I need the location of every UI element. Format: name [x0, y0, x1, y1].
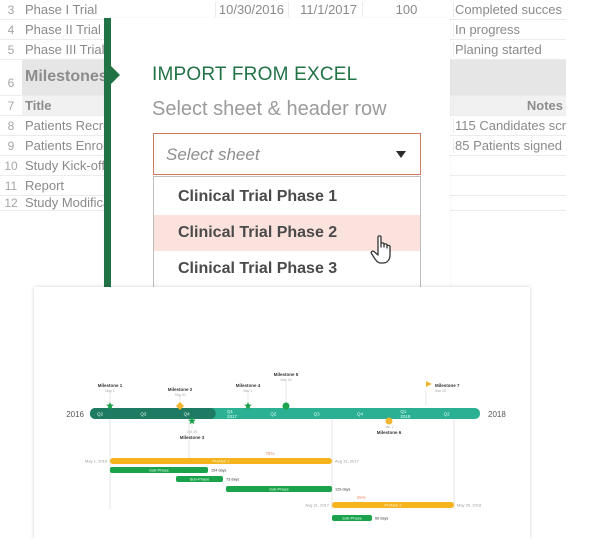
milestone-date: Jan 1 [385, 425, 394, 429]
row-number: 4 [7, 23, 15, 37]
milestone-date: Sep 30 [174, 393, 185, 397]
phase-percent: 25% [357, 495, 366, 500]
milestone-name: Milestone 5 [274, 372, 299, 377]
subphase-name: Sub-Phase [342, 516, 363, 521]
milestone-name: Milestone 4 [236, 383, 261, 388]
row-number: 11 [4, 179, 18, 193]
row-number: 5 [7, 43, 15, 57]
screen: 3 Phase I Trial 10/30/2016 11/1/2017 100… [0, 0, 599, 539]
quarter-label: Q3 [140, 412, 147, 417]
column-header-notes[interactable]: Notes [453, 98, 566, 113]
phase-name: PHASE 2 [385, 503, 403, 508]
subphase-name: Sub-Phase [269, 487, 290, 492]
milestone-date: May 1 [105, 389, 115, 393]
cell-notes[interactable]: 115 Candidates scr [453, 118, 566, 133]
milestone-date: Mar 1 [244, 389, 253, 393]
sheet-select-placeholder: Select sheet [166, 145, 260, 164]
milestone-name: Milestone 7 [435, 383, 460, 388]
row-number: 7 [7, 99, 15, 113]
timeline-chart: 2016 2018Q2 Q3 Q4 Q12017 Q2 Q3 Q4 Q12018 Q2Milest… [66, 372, 506, 521]
phase-start-date: Aug 31, 2017 [305, 503, 330, 508]
sheet-select[interactable]: Select sheet [153, 133, 421, 175]
subphase-duration: 73 days [226, 478, 239, 482]
phase-percent: 75% [265, 451, 274, 456]
quarter-label: Q2 [444, 412, 451, 417]
sheet-row[interactable]: 3 Phase I Trial 10/30/2016 11/1/2017 100… [0, 0, 566, 20]
phase-end-date: Aug 31, 2017 [335, 459, 360, 464]
panel-subtitle: Select sheet & header row [152, 98, 387, 120]
timeline-preview-card: 2016 2018 Q2 Q3 Q4 Q1 2017 Q2 Q3 Q4 Q1 2018 Q2 Milest… [34, 287, 530, 539]
quarter-label: Q2 [97, 412, 104, 417]
timeline-elapsed-bar [90, 408, 216, 419]
quarter-year-label: 2018 [400, 414, 411, 419]
cell-notes[interactable]: Completed succes [453, 2, 566, 17]
subphase-duration: 66 days [375, 517, 388, 521]
caret-down-icon[interactable] [396, 151, 406, 158]
quarter-year-label: 2017 [227, 414, 238, 419]
quarter-label: Q2 [270, 412, 277, 417]
milestone-name: Milestone 3 [180, 435, 205, 440]
cell-percent[interactable]: 100 [362, 2, 450, 17]
row-number: 3 [7, 3, 15, 17]
milestone-name: Milestone 1 [98, 383, 123, 388]
subphase-name: Sub-Phase [149, 468, 170, 473]
cell-notes[interactable]: 85 Patients signed [453, 138, 566, 153]
cell-end-date[interactable]: 11/1/2017 [288, 2, 360, 17]
milestone-circle-icon [385, 417, 393, 425]
row-number: 6 [7, 76, 15, 90]
milestone-flag-icon [426, 381, 432, 387]
sheet-dropdown-list: Clinical Trial Phase 1 Clinical Trial Ph… [153, 176, 421, 290]
milestone-name: Milestone 2 [168, 387, 193, 392]
row-number: 8 [7, 119, 15, 133]
milestone-date: Oct 30 [187, 430, 197, 434]
end-year-label: 2018 [488, 410, 506, 419]
milestone-name: Milestone 6 [377, 430, 402, 435]
row-number: 12 [4, 196, 18, 210]
quarter-label: Q4 [357, 412, 364, 417]
quarter-label: Q3 [314, 412, 321, 417]
cell-notes[interactable]: Planing started [453, 42, 566, 57]
row-number: 10 [4, 159, 18, 173]
subphase-duration: 154 days [211, 469, 227, 473]
phase-end-date: May 26, 2018 [457, 503, 482, 508]
row-number: 9 [7, 139, 15, 153]
quarter-label: Q4 [184, 412, 191, 417]
milestone-date: Mar 15 [435, 389, 446, 393]
dropdown-option[interactable]: Clinical Trial Phase 1 [154, 179, 420, 215]
cell-start-date[interactable]: 10/30/2016 [215, 2, 287, 17]
hand-cursor-icon [370, 235, 391, 264]
milestone-date: Mar 15 [281, 378, 292, 382]
cell-title[interactable]: Phase I Trial [25, 2, 215, 17]
import-from-excel-panel: IMPORT FROM EXCEL Select sheet & header … [104, 18, 450, 290]
phase-name: PHASE 1 [213, 459, 231, 464]
panel-accent-bar [104, 18, 111, 290]
cell-notes[interactable]: In progress [453, 22, 566, 37]
subphase-name: Sub-Phase [190, 477, 211, 482]
panel-title: IMPORT FROM EXCEL [152, 64, 358, 85]
phase-start-date: May 1, 2016 [85, 459, 108, 464]
panel-pointer-arrow-icon [111, 66, 120, 84]
subphase-duration: 129 days [335, 488, 351, 492]
start-year-label: 2016 [66, 410, 84, 419]
milestone-circle-icon [282, 402, 290, 410]
